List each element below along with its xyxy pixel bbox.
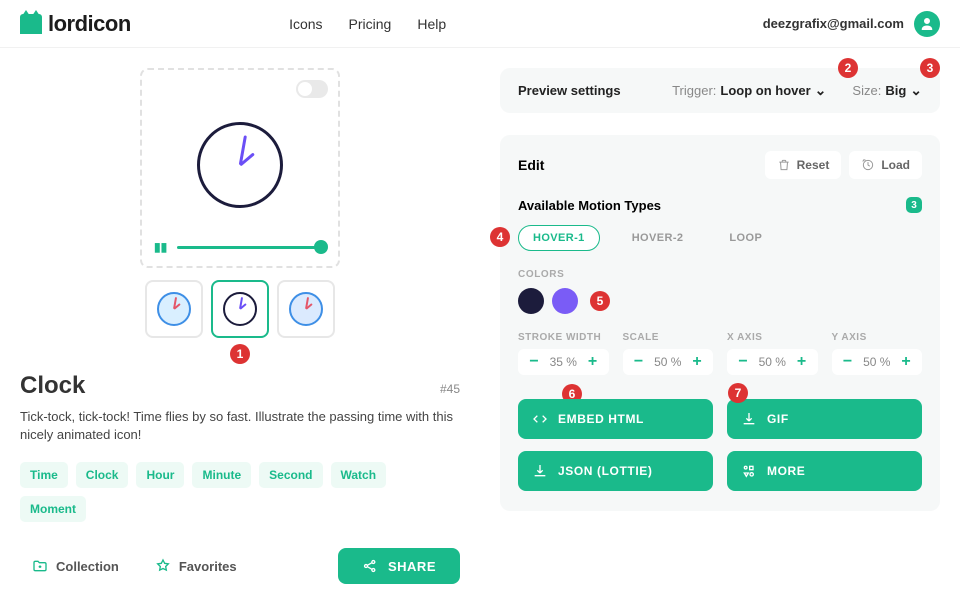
minus-button[interactable]: − xyxy=(733,353,753,371)
favorites-label: Favorites xyxy=(179,559,237,574)
size-select[interactable]: Size: Big ⌄ xyxy=(852,82,922,99)
brand-logo[interactable]: lordicon xyxy=(20,11,131,37)
nav-icons[interactable]: Icons xyxy=(289,16,322,32)
load-button[interactable]: Load xyxy=(849,151,922,179)
x-axis-label: X AXIS xyxy=(727,332,818,343)
stroke-width-label: STROKE WIDTH xyxy=(518,332,609,343)
embed-html-button[interactable]: EMBED HTML xyxy=(518,399,713,439)
minus-button[interactable]: − xyxy=(524,353,544,371)
collection-label: Collection xyxy=(56,559,119,574)
icon-description: Tick-tock, tick-tock! Time flies by so f… xyxy=(20,408,460,444)
chevron-down-icon: ⌄ xyxy=(910,82,922,99)
motion-hover-1[interactable]: HOVER-1 xyxy=(518,225,600,251)
share-button[interactable]: SHARE xyxy=(338,548,460,584)
trigger-select[interactable]: Trigger: Loop on hover ⌄ xyxy=(672,82,826,99)
variant-2[interactable] xyxy=(211,280,269,338)
scale-label: SCALE xyxy=(623,332,714,343)
share-label: SHARE xyxy=(388,559,436,574)
variant-3[interactable] xyxy=(277,280,335,338)
tag[interactable]: Moment xyxy=(20,496,86,522)
preview-canvas: ▮▮ xyxy=(140,68,340,268)
variant-1[interactable] xyxy=(145,280,203,338)
preview-settings-panel: Preview settings Trigger: Loop on hover … xyxy=(500,68,940,113)
minus-button[interactable]: − xyxy=(838,353,858,371)
plus-button[interactable]: + xyxy=(896,353,916,371)
preview-settings-title: Preview settings xyxy=(518,83,621,98)
tag[interactable]: Time xyxy=(20,462,68,488)
brand-name: lordicon xyxy=(48,11,131,37)
annotation-7: 7 xyxy=(728,383,748,403)
minus-button[interactable]: − xyxy=(629,353,649,371)
background-toggle[interactable] xyxy=(296,80,328,98)
plus-button[interactable]: + xyxy=(687,353,707,371)
scale-stepper[interactable]: − 50 % + xyxy=(623,349,714,375)
user-menu[interactable]: deezgrafix@gmail.com xyxy=(763,11,940,37)
motion-hover-2[interactable]: HOVER-2 xyxy=(618,226,698,250)
logo-icon xyxy=(20,14,42,34)
tag[interactable]: Second xyxy=(259,462,322,488)
icon-id: #45 xyxy=(440,382,460,396)
avatar-icon xyxy=(914,11,940,37)
clock-icon xyxy=(197,122,283,208)
plus-button[interactable]: + xyxy=(583,353,603,371)
nav-pricing[interactable]: Pricing xyxy=(349,16,392,32)
reset-button[interactable]: Reset xyxy=(765,151,842,179)
nav-help[interactable]: Help xyxy=(417,16,446,32)
motion-count-badge: 3 xyxy=(906,197,922,213)
y-axis-label: Y AXIS xyxy=(832,332,923,343)
tag-list: Time Clock Hour Minute Second Watch Mome… xyxy=(20,462,460,522)
timeline-slider[interactable] xyxy=(177,246,326,249)
pause-icon[interactable]: ▮▮ xyxy=(154,240,167,254)
collection-button[interactable]: Collection xyxy=(20,550,131,582)
tag[interactable]: Clock xyxy=(76,462,129,488)
stroke-width-stepper[interactable]: − 35 % + xyxy=(518,349,609,375)
annotation-3: 3 xyxy=(920,58,940,78)
tag[interactable]: Minute xyxy=(192,462,251,488)
top-nav: Icons Pricing Help xyxy=(289,16,446,32)
more-button[interactable]: MORE xyxy=(727,451,922,491)
edit-title: Edit xyxy=(518,157,544,173)
color-swatch-1[interactable] xyxy=(518,288,544,314)
chevron-down-icon: ⌄ xyxy=(815,82,827,99)
edit-panel: Edit Reset Load Available Motion Types 3… xyxy=(500,135,940,511)
annotation-4: 4 xyxy=(490,227,510,247)
motion-types-title: Available Motion Types xyxy=(518,198,661,213)
user-email: deezgrafix@gmail.com xyxy=(763,16,904,31)
json-lottie-button[interactable]: JSON (LOTTIE) xyxy=(518,451,713,491)
gif-button[interactable]: GIF xyxy=(727,399,922,439)
icon-title: Clock xyxy=(20,372,85,400)
annotation-2: 2 xyxy=(838,58,858,78)
plus-button[interactable]: + xyxy=(792,353,812,371)
colors-label: COLORS xyxy=(518,269,922,280)
annotation-5: 5 xyxy=(590,291,610,311)
tag[interactable]: Watch xyxy=(331,462,387,488)
color-swatch-2[interactable] xyxy=(552,288,578,314)
annotation-1: 1 xyxy=(230,344,250,364)
favorites-button[interactable]: Favorites xyxy=(143,550,249,582)
tag[interactable]: Hour xyxy=(136,462,184,488)
motion-loop[interactable]: LOOP xyxy=(715,226,776,250)
y-axis-stepper[interactable]: − 50 % + xyxy=(832,349,923,375)
x-axis-stepper[interactable]: − 50 % + xyxy=(727,349,818,375)
